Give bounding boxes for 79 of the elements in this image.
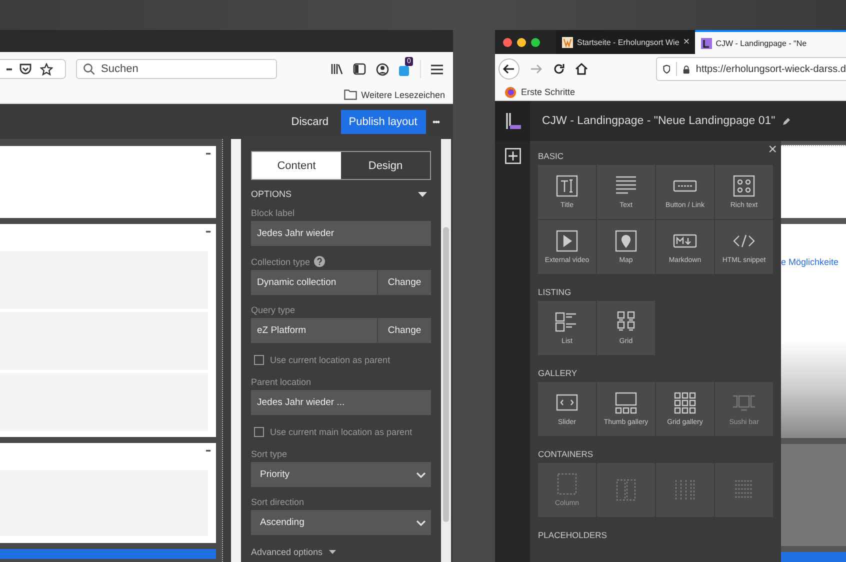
chevron-down-icon: [416, 472, 426, 478]
section-heading: OPTIONS: [251, 189, 292, 199]
column2-icon: [614, 479, 638, 501]
maximize-window-button[interactable]: [531, 38, 540, 46]
checkbox-label: Use current location as parent: [270, 355, 390, 365]
field-value: eZ Platform: [251, 318, 377, 343]
pocket-icon[interactable]: [19, 63, 32, 75]
publish-button[interactable]: Publish layout: [340, 110, 426, 134]
field-label: Collection type: [251, 256, 310, 266]
field-label: Sort type: [251, 449, 288, 459]
advanced-options-toggle[interactable]: Advanced options: [251, 547, 323, 557]
richtext-icon: [732, 175, 756, 197]
section-heading: LISTING: [538, 287, 572, 297]
more-button[interactable]: •••: [432, 116, 439, 126]
app-favicon: [700, 38, 712, 48]
title-icon: [555, 175, 579, 197]
field-label: Query type: [251, 305, 296, 315]
checkbox-label: Use current main location as parent: [270, 427, 412, 437]
caret-icon: [328, 550, 336, 554]
shield-icon: [663, 63, 670, 75]
field-label: Block label: [251, 208, 296, 218]
close-tab-button[interactable]: ×: [683, 36, 690, 48]
browser-tab[interactable]: Startseite - Erholungsort Wie ×: [556, 30, 695, 54]
minimize-window-button[interactable]: [517, 38, 526, 46]
bookmark-folder[interactable]: Weitere Lesezeichen: [361, 90, 445, 100]
lock-icon: [683, 64, 690, 74]
close-window-button[interactable]: [503, 38, 512, 46]
dropdown[interactable]: Priority: [251, 462, 431, 487]
reload-icon[interactable]: [553, 63, 565, 75]
bookmark-link[interactable]: Erste Schritte: [521, 87, 576, 97]
folder-icon: [344, 89, 358, 100]
section-heading: BASIC: [538, 151, 565, 161]
collapse-icon[interactable]: [418, 192, 427, 196]
column-icon: [555, 473, 579, 495]
field-label: Sort direction: [251, 497, 306, 507]
page-title: CJW - Landingpage - "Neue Landingpage 01": [542, 115, 776, 127]
thumb-icon: [614, 392, 638, 414]
dropdown[interactable]: Ascending: [251, 510, 431, 535]
change-button[interactable]: Change: [377, 318, 431, 343]
sidebar-icon[interactable]: [353, 63, 366, 75]
browser-tab[interactable]: CJW - Landingpage - "Ne: [694, 30, 846, 54]
address-bar[interactable]: https://erholungsort-wieck-darss.d: [656, 57, 846, 81]
block-highlight-bar: [781, 552, 846, 562]
star-icon[interactable]: [40, 62, 54, 76]
close-button[interactable]: ×: [768, 141, 777, 158]
column3-icon: [673, 479, 697, 501]
link[interactable]: e Möglichkeite: [781, 256, 839, 267]
text-field[interactable]: Jedes Jahr wieder ...: [251, 390, 431, 415]
section-heading: PLACEHOLDERS: [538, 530, 608, 540]
gridgallery-icon: [673, 392, 697, 414]
home-icon[interactable]: [575, 63, 588, 75]
section-heading: CONTAINERS: [538, 449, 594, 459]
search-field[interactable]: Suchen: [76, 59, 277, 79]
field-label: Parent location: [251, 377, 312, 387]
video-icon: [555, 230, 579, 252]
text-field[interactable]: Jedes Jahr wieder: [251, 221, 431, 246]
pencil-icon[interactable]: [782, 116, 792, 126]
site-favicon: [562, 36, 573, 48]
chevron-down-icon: [416, 520, 426, 526]
panel-tab[interactable]: Content: [252, 152, 341, 179]
library-icon[interactable]: [331, 63, 343, 75]
menu-icon[interactable]: [431, 64, 443, 74]
content-block[interactable]: e Möglichkeite: [781, 224, 846, 340]
checkbox[interactable]: [254, 427, 264, 437]
app-logo[interactable]: [504, 112, 522, 130]
list-icon: [555, 311, 579, 333]
search-icon: [83, 63, 95, 75]
back-icon[interactable]: [498, 58, 520, 80]
map-icon: [614, 230, 638, 252]
account-icon[interactable]: [376, 62, 389, 76]
checkbox[interactable]: [254, 355, 264, 365]
help-icon[interactable]: [314, 256, 326, 267]
add-icon[interactable]: [504, 148, 520, 164]
section-heading: GALLERY: [538, 368, 578, 378]
discard-button[interactable]: Discard: [291, 116, 329, 128]
more-button[interactable]: •••: [6, 64, 12, 74]
scrollbar-thumb[interactable]: [443, 227, 449, 522]
change-button[interactable]: Change: [377, 270, 431, 295]
field-value: Dynamic collection: [251, 270, 377, 295]
